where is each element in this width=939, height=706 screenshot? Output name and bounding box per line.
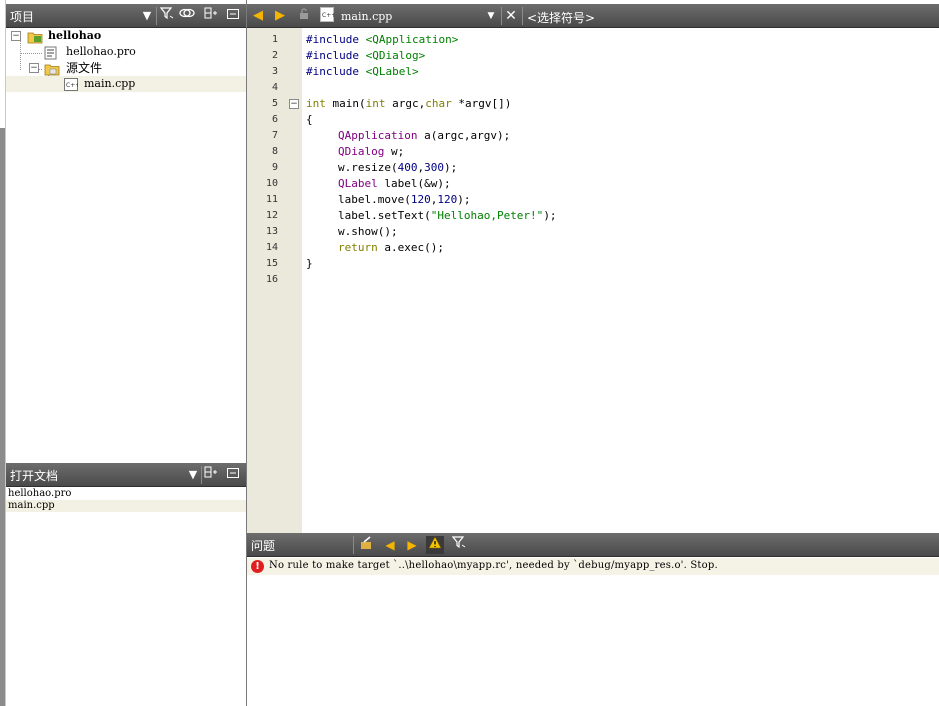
code-line-14: return a.exec(); bbox=[338, 241, 444, 254]
error-icon: ! bbox=[251, 560, 264, 573]
open-documents-header: 打开文档 ▼ bbox=[6, 463, 246, 487]
tree-label-project: hellohao bbox=[48, 29, 102, 42]
issues-panel-header: 问题 ◀ ▶ bbox=[247, 533, 939, 557]
line-number: 14 bbox=[265, 242, 278, 253]
svg-text:C++: C++ bbox=[66, 82, 78, 89]
code-line-11: label.move(120,120); bbox=[338, 193, 471, 206]
line-number: 1 bbox=[271, 34, 278, 45]
dropdown-icon[interactable]: ▼ bbox=[184, 466, 202, 484]
cpp-file-icon: C++ bbox=[64, 78, 80, 91]
line-number-gutter: 1 2 3 4 5 6 7 8 9 10 11 12 13 14 15 16 − bbox=[247, 28, 302, 533]
lock-icon[interactable] bbox=[295, 7, 313, 25]
code-line-13: w.show(); bbox=[338, 225, 398, 238]
code-line-12: label.setText("Hellohao,Peter!"); bbox=[338, 209, 557, 222]
split-icon[interactable] bbox=[202, 466, 220, 484]
line-number: 13 bbox=[265, 226, 278, 237]
line-number: 3 bbox=[271, 66, 278, 77]
line-number: 6 bbox=[271, 114, 278, 125]
code-editor[interactable]: 1 2 3 4 5 6 7 8 9 10 11 12 13 14 15 16 −… bbox=[247, 28, 939, 533]
collapse-icon[interactable]: − bbox=[11, 31, 21, 41]
line-number: 7 bbox=[271, 130, 278, 141]
code-line-7: QApplication a(argc,argv); bbox=[338, 129, 511, 142]
line-number: 12 bbox=[265, 210, 278, 221]
open-document-item[interactable]: main.cpp bbox=[6, 500, 246, 512]
project-folder-icon bbox=[27, 30, 43, 44]
previous-issue-icon[interactable]: ◀ bbox=[381, 536, 399, 554]
filter-icon[interactable] bbox=[158, 7, 176, 25]
file-selector[interactable]: main.cpp bbox=[341, 10, 392, 23]
issues-panel-title: 问题 bbox=[251, 539, 276, 553]
folder-icon bbox=[44, 62, 60, 76]
filter-icon[interactable] bbox=[450, 536, 468, 554]
svg-text:C++: C++ bbox=[322, 12, 334, 19]
forward-arrow-icon[interactable]: ▶ bbox=[271, 7, 289, 25]
next-issue-icon[interactable]: ▶ bbox=[403, 536, 421, 554]
fold-marker-icon[interactable]: − bbox=[289, 99, 299, 109]
code-line-9: w.resize(400,300); bbox=[338, 161, 458, 174]
tree-item-pro-file[interactable]: hellohao.pro bbox=[6, 44, 246, 60]
open-documents-panel: 打开文档 ▼ hellohao.pro main.cpp bbox=[6, 463, 246, 706]
link-icon[interactable] bbox=[178, 7, 196, 25]
warning-filter-icon[interactable] bbox=[426, 536, 444, 554]
code-line-1: #include <QApplication> bbox=[306, 33, 459, 46]
tree-label-pro-file: hellohao.pro bbox=[66, 45, 136, 58]
collapse-icon[interactable]: − bbox=[29, 63, 39, 73]
tree-label-sources: 源文件 bbox=[66, 61, 103, 75]
line-number: 10 bbox=[265, 178, 278, 189]
issue-row[interactable]: ! No rule to make target `..\hellohao\my… bbox=[247, 558, 939, 575]
back-arrow-icon[interactable]: ◀ bbox=[249, 7, 267, 25]
close-file-icon[interactable]: ✕ bbox=[502, 7, 520, 25]
code-line-5: int main(int argc,char *argv[]) bbox=[306, 97, 512, 110]
close-panel-icon[interactable] bbox=[224, 7, 242, 25]
open-document-item[interactable]: hellohao.pro bbox=[6, 488, 246, 500]
view-dropdown-icon[interactable]: ▼ bbox=[138, 7, 156, 25]
line-number: 15 bbox=[265, 258, 278, 269]
tree-item-project-root[interactable]: − hellohao bbox=[6, 28, 246, 44]
project-panel-title: 项目 bbox=[10, 10, 35, 24]
tree-item-sources-folder[interactable]: − 源文件 bbox=[6, 60, 246, 76]
line-number: 9 bbox=[271, 162, 278, 173]
line-number: 5 bbox=[271, 98, 278, 109]
tree-label-main-cpp: main.cpp bbox=[84, 77, 136, 90]
line-number: 11 bbox=[265, 194, 278, 205]
tree-item-main-cpp[interactable]: C++ main.cpp bbox=[6, 76, 246, 92]
code-line-10: QLabel label(&w); bbox=[338, 177, 451, 190]
file-dropdown-icon[interactable]: ▼ bbox=[482, 7, 500, 25]
project-panel-header: 项目 ▼ bbox=[6, 4, 246, 28]
line-number: 4 bbox=[271, 82, 278, 93]
open-documents-title: 打开文档 bbox=[10, 469, 59, 483]
line-number: 8 bbox=[271, 146, 278, 157]
issue-message: No rule to make target `..\hellohao\myap… bbox=[269, 560, 718, 571]
code-line-8: QDialog w; bbox=[338, 145, 405, 158]
code-line-15: } bbox=[306, 257, 313, 270]
cpp-file-icon: C++ bbox=[318, 7, 336, 25]
line-number: 16 bbox=[265, 274, 278, 285]
code-line-2: #include <QDialog> bbox=[306, 49, 426, 62]
line-number: 2 bbox=[271, 50, 278, 61]
project-panel: 项目 ▼ − hellohao hellohao.pro − 源文件 C++ m… bbox=[6, 0, 246, 462]
pro-file-icon bbox=[44, 46, 58, 60]
close-panel-icon[interactable] bbox=[224, 466, 242, 484]
clean-icon[interactable] bbox=[358, 536, 376, 554]
code-line-6: { bbox=[306, 113, 313, 126]
split-icon[interactable] bbox=[202, 7, 220, 25]
symbol-selector[interactable]: <选择符号> bbox=[527, 9, 595, 26]
editor-toolbar: ◀ ▶ C++ main.cpp ▼ ✕ <选择符号> bbox=[247, 4, 939, 28]
issues-list: ! No rule to make target `..\hellohao\my… bbox=[247, 557, 939, 706]
code-line-3: #include <QLabel> bbox=[306, 65, 419, 78]
